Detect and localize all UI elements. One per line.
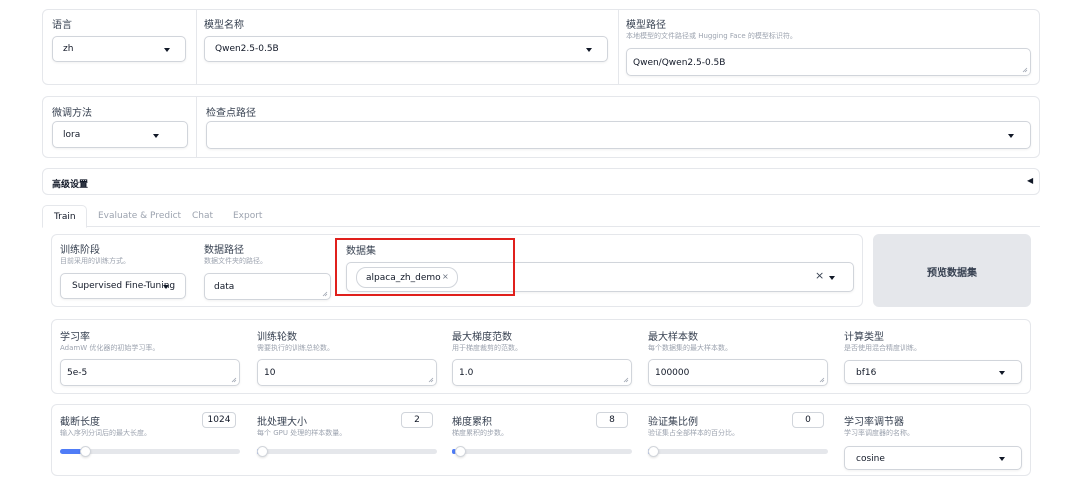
- param-hint: 用于梯度裁剪的范数。: [452, 344, 522, 352]
- language-select[interactable]: zh: [52, 36, 186, 62]
- slider-handle[interactable]: [648, 446, 659, 457]
- model-name-label: 模型名称: [204, 20, 244, 31]
- chevron-down-icon: [163, 285, 169, 289]
- tab-train[interactable]: Train: [42, 205, 87, 228]
- resize-handle-icon[interactable]: [231, 377, 237, 383]
- resize-handle-icon[interactable]: [1022, 67, 1028, 73]
- slider-number-input[interactable]: 1024: [202, 412, 236, 428]
- resize-handle-icon[interactable]: [428, 377, 434, 383]
- preview-dataset-label: 预览数据集: [927, 268, 977, 279]
- compute-type-label: 计算类型: [844, 332, 884, 343]
- slider-hint: 输入序列分词后的最大长度。: [60, 429, 151, 437]
- stage-hint: 目前采用的训练方式。: [60, 257, 130, 265]
- language-label: 语言: [52, 20, 72, 31]
- collapse-arrow-icon[interactable]: ◀: [1027, 176, 1033, 185]
- chevron-down-icon: [999, 457, 1005, 461]
- compute-type-hint: 是否使用混合精度训练。: [844, 344, 921, 352]
- param-input[interactable]: 1.0: [452, 359, 632, 386]
- divider: [196, 10, 197, 84]
- slider-label: 验证集比例: [648, 417, 698, 428]
- slider-hint: 梯度累积的步数。: [452, 429, 508, 437]
- slider-hint: 验证集占全部样本的百分比。: [648, 429, 739, 437]
- model-path-input[interactable]: Qwen/Qwen2.5-0.5B: [626, 48, 1031, 76]
- checkpoint-select[interactable]: [206, 121, 1031, 149]
- model-name-value: Qwen2.5-0.5B: [215, 44, 279, 54]
- param-label: 训练轮数: [257, 332, 297, 343]
- param-hint: 需要执行的训练总轮数。: [257, 344, 334, 352]
- finetune-select[interactable]: lora: [52, 121, 188, 148]
- preview-dataset-button[interactable]: 预览数据集: [873, 234, 1031, 307]
- param-label: 最大梯度范数: [452, 332, 512, 343]
- slider-track[interactable]: [452, 449, 632, 454]
- resize-handle-icon[interactable]: [322, 291, 328, 297]
- tab-train-label: Train: [54, 212, 76, 222]
- slider-number-input[interactable]: 8: [596, 412, 628, 428]
- data-path-input[interactable]: data: [204, 273, 331, 300]
- slider-label: 批处理大小: [257, 417, 307, 428]
- stage-label: 训练阶段: [60, 245, 100, 256]
- slider-label: 截断长度: [60, 417, 100, 428]
- param-value: 10: [264, 368, 276, 378]
- stage-value: Supervised Fine-Tuning: [72, 281, 176, 291]
- model-path-hint: 本地模型的文件路径或 Hugging Face 的模型标识符。: [626, 32, 797, 40]
- data-path-value: data: [214, 282, 235, 292]
- param-input[interactable]: 10: [257, 359, 437, 386]
- divider: [618, 10, 619, 84]
- slider-handle[interactable]: [257, 446, 268, 457]
- param-value: 100000: [655, 368, 690, 378]
- slider-track[interactable]: [257, 449, 437, 454]
- compute-type-select[interactable]: bf16: [844, 360, 1022, 384]
- divider: [196, 97, 197, 157]
- scheduler-hint: 学习率调度器的名称。: [844, 429, 914, 437]
- chevron-down-icon: [586, 48, 592, 52]
- data-path-hint: 数据文件夹的路径。: [204, 257, 267, 265]
- chevron-down-icon: [153, 134, 159, 138]
- param-value: 1.0: [459, 368, 474, 378]
- scheduler-label: 学习率调节器: [844, 417, 904, 428]
- resize-handle-icon[interactable]: [623, 377, 629, 383]
- model-path-value: Qwen/Qwen2.5-0.5B: [633, 58, 726, 68]
- param-hint: 每个数据集的最大样本数。: [648, 344, 732, 352]
- clear-icon[interactable]: ×: [815, 269, 824, 282]
- highlight-box: [335, 238, 515, 296]
- data-path-label: 数据路径: [204, 245, 244, 256]
- tab-export[interactable]: Export: [233, 211, 262, 221]
- chevron-down-icon: [1008, 134, 1014, 138]
- param-label: 学习率: [60, 332, 90, 343]
- finetune-value: lora: [63, 130, 81, 140]
- resize-handle-icon[interactable]: [819, 377, 825, 383]
- param-label: 最大样本数: [648, 332, 698, 343]
- slider-number-input[interactable]: 0: [792, 412, 824, 428]
- model-path-label: 模型路径: [626, 20, 666, 31]
- language-value: zh: [63, 44, 74, 54]
- tab-chat[interactable]: Chat: [192, 211, 213, 221]
- slider-hint: 每个 GPU 处理的样本数量。: [257, 429, 347, 437]
- chevron-down-icon: [164, 48, 170, 52]
- param-value: 5e-5: [67, 368, 88, 378]
- param-hint: AdamW 优化器的初始学习率。: [60, 344, 160, 352]
- slider-track[interactable]: [648, 449, 828, 454]
- stage-select[interactable]: Supervised Fine-Tuning: [60, 273, 186, 299]
- chevron-down-icon: [829, 276, 835, 280]
- param-input[interactable]: 100000: [648, 359, 828, 386]
- scheduler-select[interactable]: cosine: [844, 446, 1022, 470]
- slider-fill: [60, 449, 82, 454]
- scheduler-value: cosine: [856, 454, 885, 464]
- advanced-settings-bar[interactable]: 高级设置 ◀: [42, 168, 1040, 195]
- checkpoint-label: 检查点路径: [206, 108, 256, 119]
- tab-evaluate-predict[interactable]: Evaluate & Predict: [98, 211, 181, 221]
- param-input[interactable]: 5e-5: [60, 359, 240, 386]
- model-name-select[interactable]: Qwen2.5-0.5B: [204, 36, 608, 62]
- chevron-down-icon: [999, 371, 1005, 375]
- compute-type-value: bf16: [856, 368, 877, 378]
- advanced-settings-label: 高级设置: [52, 180, 89, 190]
- slider-number-input[interactable]: 2: [401, 412, 433, 428]
- finetune-label: 微调方法: [52, 108, 92, 119]
- slider-label: 梯度累积: [452, 417, 492, 428]
